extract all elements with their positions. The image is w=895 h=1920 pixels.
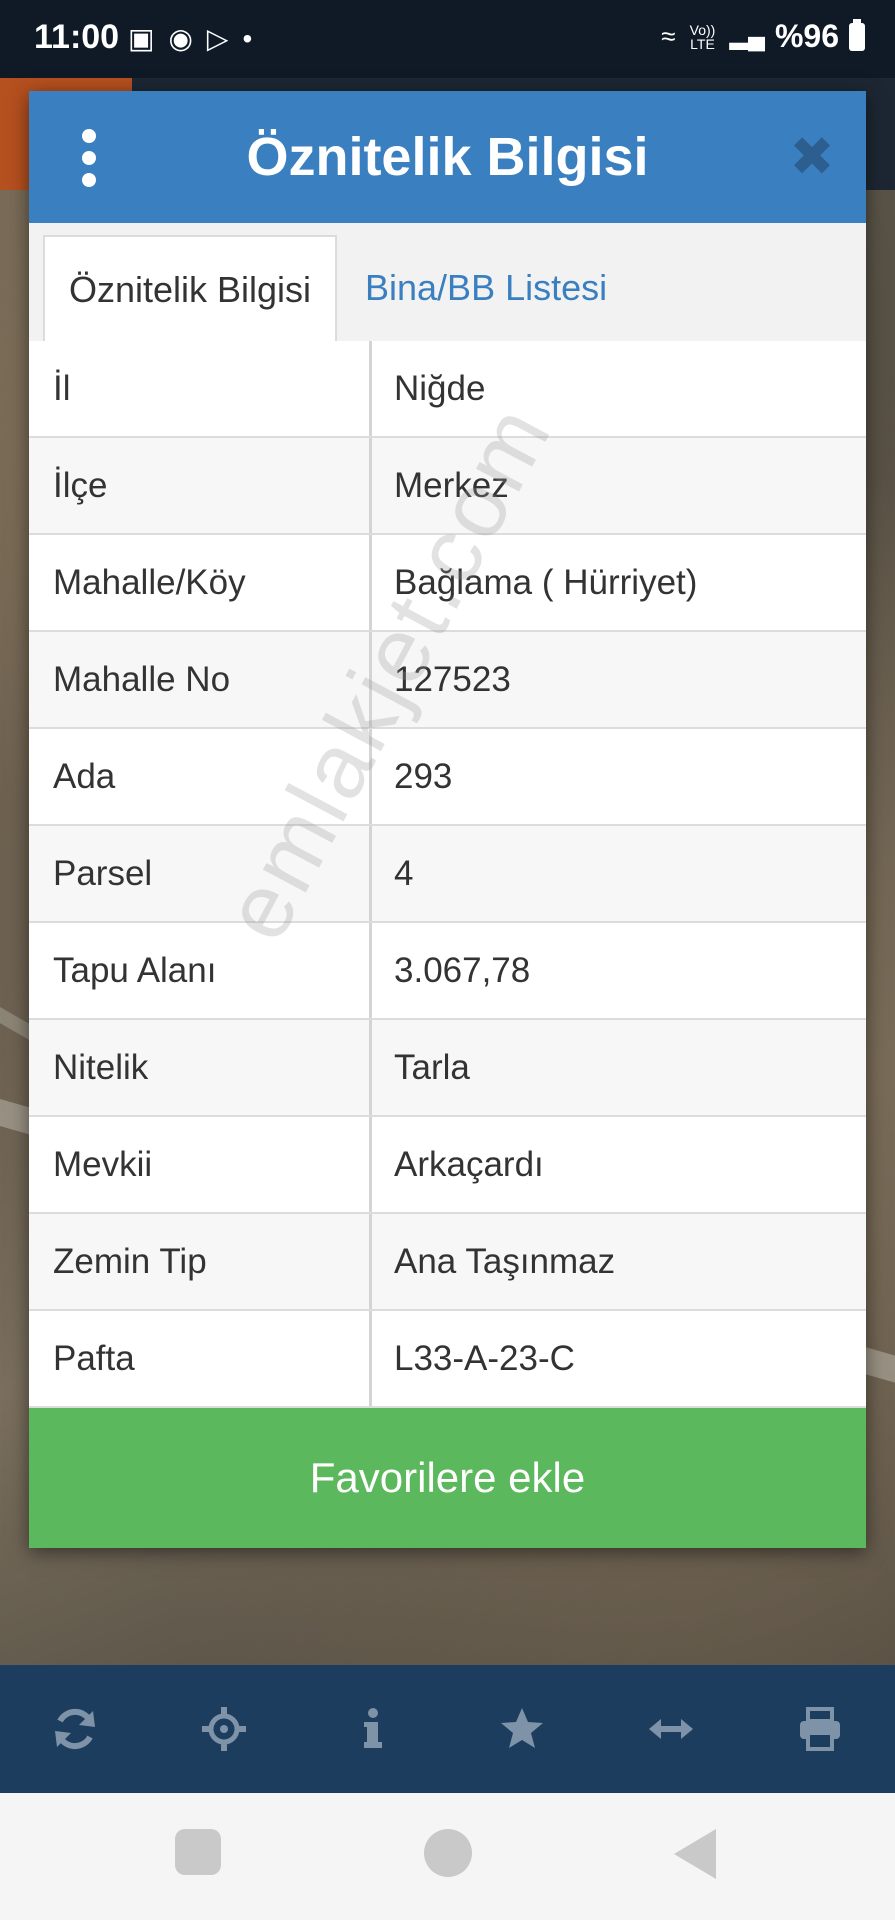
signal-icon: ▂▄: [729, 23, 765, 50]
row-value: L33-A-23-C: [394, 1338, 575, 1378]
play-store-icon: ▷: [206, 23, 229, 54]
attribute-table: İl Niğde İlçe Merkez Mahalle/Köy Bağlama…: [29, 341, 866, 1408]
crosshair-icon[interactable]: [189, 1694, 259, 1764]
gallery-icon: ▣: [128, 23, 155, 54]
system-nav-bar: [0, 1793, 895, 1920]
dialog-title: Öznitelik Bilgisi: [246, 127, 649, 187]
attribute-info-dialog: Öznitelik Bilgisi ✖ Öznitelik Bilgisi Bi…: [29, 91, 866, 1548]
row-key: Mahalle No: [29, 632, 372, 727]
dialog-header: Öznitelik Bilgisi ✖: [29, 91, 866, 223]
battery-icon: [849, 18, 865, 51]
messenger-icon: ◉: [168, 23, 193, 54]
row-value: Tarla: [394, 1047, 470, 1087]
row-key: Zemin Tip: [29, 1214, 372, 1309]
table-row: Parsel 4: [29, 826, 866, 923]
network-label: Vo)) LTE: [689, 21, 716, 52]
recent-apps-button[interactable]: [175, 1829, 221, 1875]
table-row: Mahalle/Köy Bağlama ( Hürriyet): [29, 535, 866, 632]
tab-building-list[interactable]: Bina/BB Listesi: [343, 235, 629, 341]
battery-percent: %96: [774, 18, 839, 54]
close-icon[interactable]: ✖: [788, 129, 836, 185]
table-row: Mahalle No 127523: [29, 632, 866, 729]
table-row: Nitelik Tarla: [29, 1020, 866, 1117]
table-row: İl Niğde: [29, 341, 866, 438]
print-icon[interactable]: [785, 1694, 855, 1764]
home-button[interactable]: [424, 1829, 472, 1877]
measure-icon[interactable]: [636, 1694, 706, 1764]
back-button[interactable]: [674, 1829, 716, 1879]
row-key: Pafta: [29, 1311, 372, 1406]
table-row: Pafta L33-A-23-C: [29, 1311, 866, 1408]
row-key: Tapu Alanı: [29, 923, 372, 1018]
table-row: Ada 293: [29, 729, 866, 826]
row-value: 3.067,78: [394, 950, 531, 990]
status-bar: 11:00 ▣ ◉ ▷ • ≈ Vo)) LTE ▂▄ %96: [0, 0, 895, 78]
status-time: 11:00: [34, 18, 120, 56]
row-key: Parsel: [29, 826, 372, 921]
tab-attribute-info[interactable]: Öznitelik Bilgisi: [43, 235, 337, 346]
wifi-icon: ≈: [661, 21, 676, 51]
row-value: 293: [394, 756, 453, 796]
row-value: 127523: [394, 659, 511, 699]
row-key: Mevkii: [29, 1117, 372, 1212]
star-icon[interactable]: [487, 1694, 557, 1764]
row-value: Niğde: [394, 368, 486, 408]
row-key: İl: [29, 341, 372, 436]
row-key: İlçe: [29, 438, 372, 533]
bottom-toolbar: [0, 1665, 895, 1793]
row-value: Arkaçardı: [394, 1144, 544, 1184]
row-key: Ada: [29, 729, 372, 824]
row-value: Merkez: [394, 465, 509, 505]
table-row: Mevkii Arkaçardı: [29, 1117, 866, 1214]
table-row: Tapu Alanı 3.067,78: [29, 923, 866, 1020]
info-icon[interactable]: [338, 1694, 408, 1764]
table-row: İlçe Merkez: [29, 438, 866, 535]
row-key: Mahalle/Köy: [29, 535, 372, 630]
row-key: Nitelik: [29, 1020, 372, 1115]
tab-bar: Öznitelik Bilgisi Bina/BB Listesi: [29, 223, 866, 346]
dot-icon: •: [242, 23, 253, 54]
refresh-icon[interactable]: [40, 1694, 110, 1764]
add-favorite-button[interactable]: Favorilere ekle: [29, 1408, 866, 1548]
row-value: 4: [394, 853, 414, 893]
more-options-icon[interactable]: [77, 129, 101, 187]
table-row: Zemin Tip Ana Taşınmaz: [29, 1214, 866, 1311]
row-value: Ana Taşınmaz: [394, 1241, 616, 1281]
row-value: Bağlama ( Hürriyet): [394, 562, 698, 602]
